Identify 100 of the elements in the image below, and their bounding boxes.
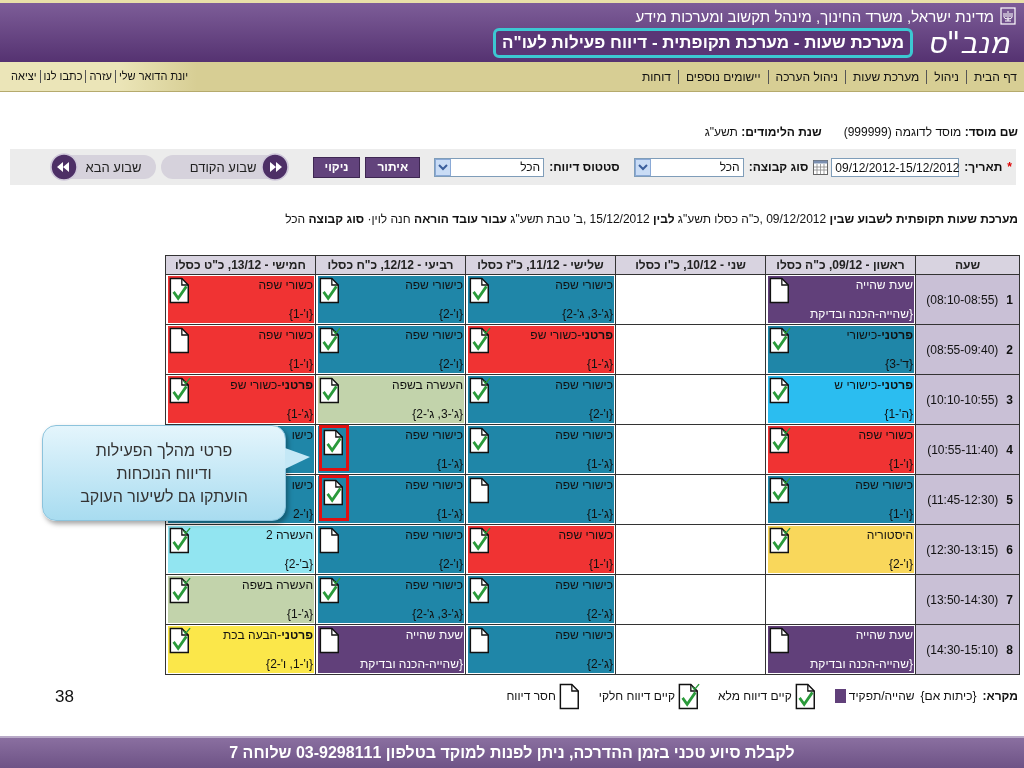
lesson-title: כישו (291, 427, 313, 443)
callout-line: הועתקו גם לשיעור העוקב (80, 486, 248, 507)
lesson-block[interactable]: כשורי שפה {ו'-1} (168, 326, 314, 373)
lesson-block[interactable]: כישורי שפה {ג'-1} (468, 476, 614, 523)
document-icon (769, 627, 791, 654)
lesson-block[interactable]: כישורי שפה {ו'-2} (318, 526, 464, 573)
ministry-text: מדינת ישראל, משרד החינוך, מינהל תקשוב ומערכות מידע (635, 7, 994, 25)
period-time: (13:50-14:30) (926, 592, 999, 607)
nav-link[interactable]: דוחות (634, 69, 678, 84)
lesson-block[interactable]: כישורי שפה {ג'-3, ג'-2} (318, 576, 464, 623)
lesson-block[interactable]: היסטוריה {ו'-2} (768, 526, 914, 573)
lesson-block[interactable]: פרטני-כישורי ש {ה'-1} (768, 376, 914, 423)
lesson-block[interactable]: שעת שהייה {שהייה-הכנה ובדיקת (768, 276, 914, 323)
lesson-block[interactable]: שעת שהייה {שהייה-הכנה ובדיקת (768, 626, 914, 673)
lesson-title: פרטני-כשורי שפ (530, 327, 613, 343)
user-link[interactable]: יציאה (8, 70, 40, 83)
action-button[interactable]: ניקוי (312, 156, 361, 178)
lesson-block[interactable]: כשורי שפה {ו'-1} (468, 526, 614, 573)
lesson-title: שעת שהייה (855, 277, 913, 293)
lesson-title: כישורי שפה (555, 627, 613, 643)
lesson-block[interactable]: העשרה בשפה {ג'-1} (168, 576, 314, 623)
lesson-block[interactable]: פרטני-כשורי שפ {ג'-1} (468, 326, 614, 373)
lesson-block[interactable]: כישורי שפה {ג'-1} (468, 426, 614, 473)
date-field[interactable]: 09/12/2012-15/12/2012 (831, 157, 960, 177)
group-label: {ו'-2} (438, 306, 463, 322)
group-type-label: סוג קבוצה: (748, 160, 809, 174)
period-time: (14:30-15:10) (926, 642, 999, 657)
document-check-icon (319, 327, 341, 354)
nav-link[interactable]: ניהול הערכה (767, 69, 846, 84)
previous-week-button[interactable]: שבוע הקודם (160, 155, 289, 179)
date-label: תאריך: (964, 160, 1003, 174)
document-check-icon (469, 377, 491, 404)
user-link[interactable]: כתבו לנו (39, 70, 86, 83)
group-label: {ו'-1} (288, 306, 313, 322)
next-week-button[interactable]: שבוע הבא (49, 155, 156, 179)
calendar-icon[interactable] (813, 159, 829, 175)
column-header: ראשון - 09/12, כ"ה כסלו (766, 256, 915, 274)
lesson-title: כשורי שפה (858, 427, 913, 443)
lesson-block[interactable]: פרטני-כישורי {ד'-3} (768, 326, 914, 373)
document-check-icon (769, 327, 791, 354)
lesson-block[interactable]: כישורי שפה {ג'-1} (318, 476, 464, 523)
lesson-block[interactable]: כישורי שפה {ו'-1} (768, 476, 914, 523)
lesson-block[interactable]: כשורי שפה {ו'-1} (168, 276, 314, 323)
lesson-title: כישורי שפה (405, 477, 463, 493)
group-label: {ו'-1} (288, 356, 313, 372)
nav-link[interactable]: יישומים נוספים (677, 69, 768, 84)
period-number: 3 (1006, 392, 1013, 407)
dropdown[interactable]: הכל (434, 157, 545, 177)
lesson-block[interactable]: כישורי שפה {ג'-2} (468, 576, 614, 623)
document-check-icon (169, 527, 191, 554)
period-time: (08:10-08:55) (926, 292, 999, 307)
group-label: {ג'-3, ג'-2} (562, 306, 613, 322)
nav-link[interactable]: מערכת שעות (845, 69, 927, 84)
user-link[interactable]: יונת הדואר שלי (114, 70, 192, 83)
lesson-block[interactable]: העשרה 2 {ב'-2} (168, 526, 314, 573)
page-title: מערכת שעות - מערכת תקופתית - דיווח פעילות לעו"ה (493, 28, 913, 58)
lesson-block[interactable]: פרטני-הבעה בכת {ו'-1, ו'-2} (168, 626, 314, 673)
lesson-block[interactable]: כשורי שפה {ו'-1} (768, 426, 914, 473)
callout-line: פרטי מהלך הפעילות (95, 440, 233, 461)
action-button[interactable]: איתור (365, 156, 421, 178)
group-label: {ו'-2} (888, 556, 913, 572)
group-label: {ג'-1} (586, 356, 613, 372)
lesson-block[interactable]: כישורי שפה {ו'-2} (318, 276, 464, 323)
user-link[interactable]: עזרה (85, 70, 115, 83)
slide-number: 38 (54, 686, 74, 708)
group-label: {ד'-3} (885, 356, 913, 372)
lesson-title: כישורי שפה (555, 377, 613, 393)
group-label: {ג'-1} (286, 606, 313, 622)
document-icon (319, 527, 341, 554)
lesson-block[interactable]: כישורי שפה {ג'-3, ג'-2} (468, 276, 614, 323)
period-time: (10:55-11:40) (927, 442, 999, 457)
lesson-block[interactable]: כישורי שפה {ג'-1} (318, 426, 464, 473)
lesson-title: פרטני-כישורי ש (834, 377, 913, 393)
document-check-icon (469, 577, 491, 604)
document-check-icon (469, 327, 491, 354)
nav-link[interactable]: ניהול (926, 69, 966, 84)
emblem-icon (1000, 7, 1016, 25)
group-label: {ג'-2} (586, 606, 613, 622)
lesson-block[interactable]: כישורי שפה {ו'-2} (318, 326, 464, 373)
lesson-title: פרטני-כשורי שפ (230, 377, 313, 393)
document-check-icon (319, 277, 341, 304)
legend-text: {כיתות אם} (920, 689, 977, 703)
lesson-block[interactable]: פרטני-כשורי שפ {ג'-1} (168, 376, 314, 423)
lesson-title: העשרה בשפה (242, 577, 313, 593)
group-label: {ו'-1} (888, 456, 913, 472)
lesson-title: העשרה בשפה (392, 377, 463, 393)
lesson-block[interactable]: כישורי שפה {ו'-2} (468, 376, 614, 423)
group-label: {ב'-2} (284, 556, 313, 572)
lesson-block[interactable]: העשרה בשפה {ג'-3, ג'-2} (318, 376, 464, 423)
lesson-title: כישורי שפה (405, 427, 463, 443)
legend-label: מקרא: (982, 689, 1018, 703)
nav-link[interactable]: דף הבית (965, 69, 1024, 84)
lesson-block[interactable]: שעת שהייה {שהייה-הכנה ובדיקת (318, 626, 464, 673)
document-check-icon (769, 527, 791, 554)
report-status-label: סטטוס דיווח: (549, 160, 620, 174)
group-label: {ג'-1} (436, 456, 463, 472)
lesson-block[interactable]: כישורי שפה {ג'-2} (468, 626, 614, 673)
lesson-title: כשורי שפה (258, 277, 313, 293)
dropdown[interactable]: הכל (633, 157, 744, 177)
document-icon (469, 477, 491, 504)
